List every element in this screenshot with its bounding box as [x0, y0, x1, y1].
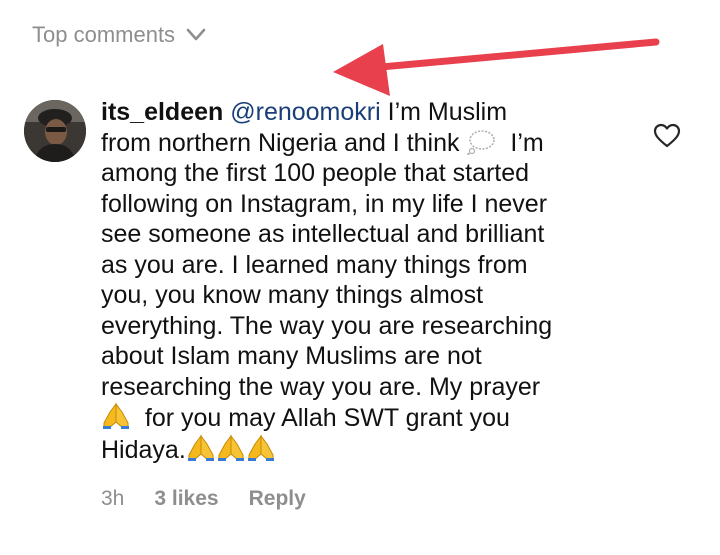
comment-meta: 3h 3 likes Reply — [101, 484, 336, 514]
comment-line: among the first 100 people that started — [101, 159, 530, 187]
thought-balloon-icon — [467, 129, 496, 155]
comment-line: I’m Muslim — [387, 98, 508, 126]
likes-count-link[interactable]: 3 likes — [154, 487, 218, 511]
comment-line: researching the way you are. My prayer — [101, 372, 541, 401]
comment-line: as you are. I learned many things from — [101, 250, 528, 279]
comment-line: about Islam many Muslims are not — [101, 342, 482, 370]
folded-hands-icon — [103, 402, 129, 429]
comment-line: see someone as intellectual and brillian… — [101, 220, 545, 248]
comment-line: for you may Allah SWT grant you — [144, 404, 510, 432]
comment-username[interactable]: its_eldeen — [101, 98, 223, 126]
sort-selector[interactable]: Top comments — [32, 20, 207, 50]
reply-button[interactable]: Reply — [249, 487, 306, 511]
avatar[interactable] — [24, 100, 86, 162]
folded-hands-icon — [217, 434, 244, 461]
comment-line: everything. The way you are researching — [101, 311, 553, 340]
comment-line: from northern Nigeria and I think — [101, 128, 460, 157]
comment-line: Hidaya. — [101, 435, 186, 464]
comment-line: you, you know many things almost — [101, 281, 484, 309]
comment-line: I’m — [510, 128, 544, 157]
avatar-photo — [24, 100, 86, 162]
chevron-down-icon — [186, 28, 206, 41]
folded-hands-icon — [187, 434, 214, 461]
comment-text: its_eldeen @renoomokri I’m Muslim from n… — [101, 97, 621, 465]
folded-hands-icon — [247, 434, 274, 461]
comment-timestamp: 3h — [101, 487, 125, 510]
heart-icon[interactable] — [653, 123, 681, 149]
comment-mention[interactable]: @renoomokri — [230, 98, 380, 126]
sort-label: Top comments — [32, 22, 176, 47]
comment-line: following on Instagram, in my life I nev… — [101, 189, 548, 218]
